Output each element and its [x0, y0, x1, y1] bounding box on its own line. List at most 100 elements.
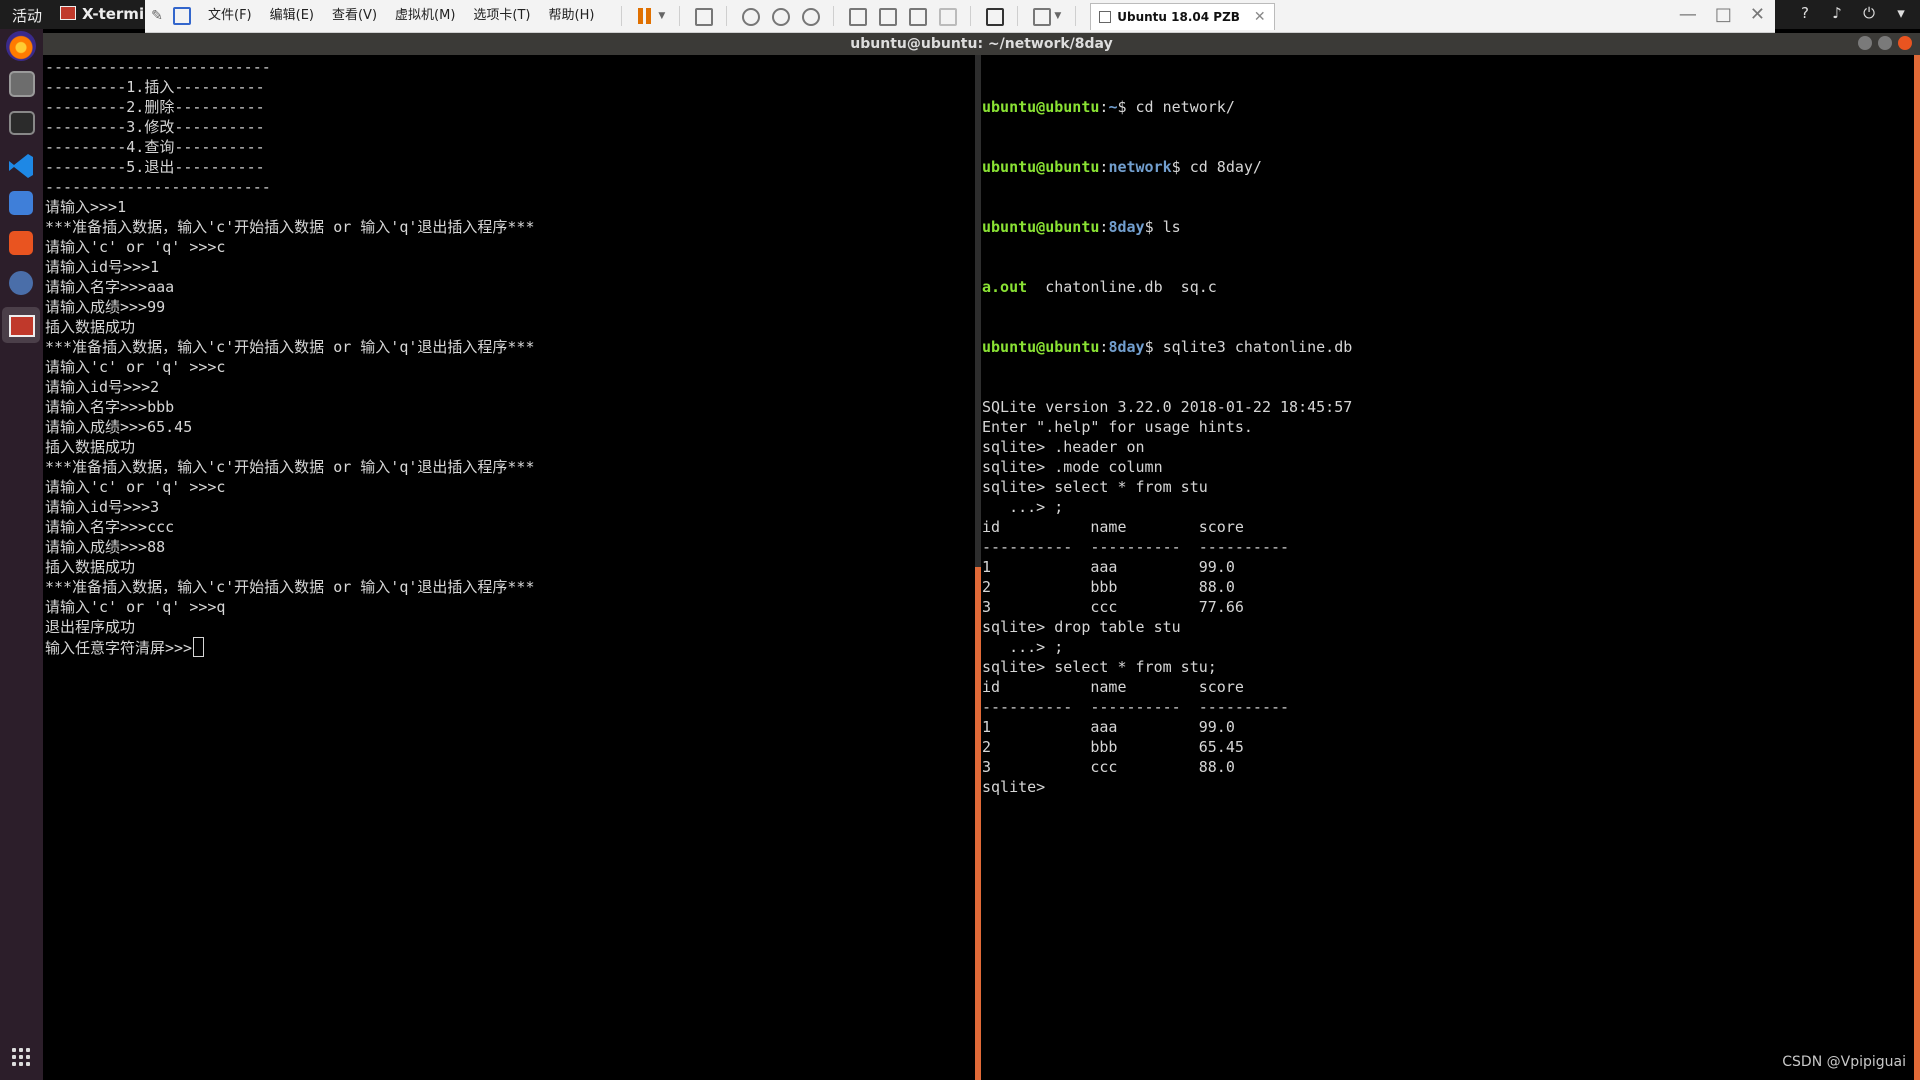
firefox-icon[interactable] [6, 31, 36, 61]
snapshot-manager-icon[interactable] [799, 5, 821, 27]
shell-line: ubuntu@ubuntu:8day$ sqlite3 chatonline.d… [982, 338, 1353, 356]
terminal-icon[interactable] [9, 111, 35, 135]
xterminal-icon [9, 315, 35, 337]
app-menu-xterminal[interactable]: X-termin [60, 5, 155, 23]
minimize-icon[interactable] [1858, 36, 1872, 50]
terminal-line: sqlite> select * from stu [982, 478, 1208, 496]
stretch-icon[interactable] [1030, 5, 1052, 27]
terminal-line: ...> ; [982, 498, 1064, 516]
terminal-line: ---------5.退出---------- [45, 158, 265, 176]
settings-icon[interactable] [9, 271, 33, 295]
terminal-pane-left[interactable]: ------------------------- ---------1.插入--… [43, 55, 975, 1080]
software-center-icon[interactable] [9, 231, 33, 255]
vmware-menu-item[interactable]: 虚拟机(M) [386, 0, 464, 32]
vmware-menu-item[interactable]: 编辑(E) [261, 0, 323, 32]
window-controls: — □ ✕ [1679, 4, 1765, 25]
maximize-icon[interactable] [1878, 36, 1892, 50]
close-icon[interactable]: ✕ [1750, 4, 1765, 25]
vm-tab[interactable]: Ubuntu 18.04 PZB ✕ [1090, 2, 1275, 30]
text-cursor [193, 637, 205, 657]
vm-tab-title: Ubuntu 18.04 PZB [1117, 9, 1240, 24]
vscode-icon[interactable] [6, 151, 36, 181]
terminal-line: 请输入成绩>>>65.45 [45, 418, 193, 436]
vmware-menu-item[interactable]: 查看(V) [323, 0, 386, 32]
maximize-icon[interactable]: □ [1715, 4, 1732, 25]
scrollbar[interactable] [1914, 55, 1920, 1080]
activities-button[interactable]: 活动 [12, 5, 42, 26]
snapshot-icon[interactable] [739, 5, 761, 27]
terminal-line: 插入数据成功 [45, 318, 136, 336]
help-icon[interactable]: ? [1796, 4, 1814, 22]
divider [726, 6, 728, 26]
send-keys-icon[interactable] [692, 5, 714, 27]
vmware-logo-icon [173, 7, 191, 25]
divider [970, 6, 972, 26]
vmware-menu-bar: 文件(F) 编辑(E) 查看(V) 虚拟机(M) 选项卡(T) 帮助(H) [199, 0, 603, 32]
revert-snapshot-icon[interactable] [769, 5, 791, 27]
vmware-tools: ▼ ▼ [613, 5, 1084, 27]
terminal-line: 请输入成绩>>>99 [45, 298, 166, 316]
shell-line: ubuntu@ubuntu:8day$ ls [982, 218, 1181, 236]
system-tray[interactable]: ? ♪ ⏻ ▾ [1796, 4, 1910, 22]
show-apps-icon[interactable] [12, 1048, 30, 1066]
terminal-line: 请输入'c' or 'q' >>>q [45, 598, 226, 616]
terminal-prompt-line[interactable]: 输入任意字符清屏>>> [45, 637, 535, 657]
terminal-line: ***准备插入数据，输入'c'开始插入数据 or 输入'q'退出插入程序*** [45, 578, 535, 596]
vmware-menu-item[interactable]: 帮助(H) [540, 0, 604, 32]
terminal-line: ---------1.插入---------- [45, 78, 265, 96]
vmware-toolbar: ✎ 文件(F) 编辑(E) 查看(V) 虚拟机(M) 选项卡(T) 帮助(H) ▼ ▼ [145, 0, 1775, 33]
vmware-menu-item[interactable]: 选项卡(T) [464, 0, 539, 32]
sidebar-view-icon[interactable] [846, 5, 868, 27]
terminal-line: 请输入id号>>>1 [45, 258, 160, 276]
terminal-line: id name score [982, 518, 1244, 536]
terminal-line: sqlite> select * from stu; [982, 658, 1217, 676]
terminal-line: 2 bbb 88.0 [982, 578, 1235, 596]
power-icon[interactable]: ⏻ [1860, 4, 1878, 22]
terminal-line: ------------------------- [45, 58, 271, 76]
terminal-line: ---------- ---------- ---------- [982, 698, 1290, 716]
terminal-line: 请输入id号>>>3 [45, 498, 160, 516]
ls-output: a.out chatonline.db sq.c [982, 278, 1217, 296]
volume-icon[interactable]: ♪ [1828, 4, 1846, 22]
terminal-title-bar: ubuntu@ubuntu: ~/network/8day [43, 33, 1920, 55]
terminal-line: 退出程序成功 [45, 618, 136, 636]
thumbnail-view-icon[interactable] [876, 5, 898, 27]
left-terminal-output: ------------------------- ---------1.插入--… [45, 57, 535, 657]
app-name: X-termin [82, 5, 155, 23]
fullscreen-icon[interactable] [906, 5, 928, 27]
terminal-line: 插入数据成功 [45, 558, 136, 576]
pin-icon[interactable]: ✎ [145, 8, 169, 24]
watermark: CSDN @Vpipiguai [1782, 1054, 1906, 1070]
minimize-icon[interactable]: — [1679, 4, 1697, 25]
close-icon[interactable] [1898, 36, 1912, 50]
vmware-app-icon[interactable] [9, 191, 33, 215]
chevron-down-icon[interactable]: ▾ [1892, 4, 1910, 22]
terminal-line: ...> ; [982, 638, 1064, 656]
files-icon[interactable] [9, 71, 35, 97]
terminal-line: 请输入>>>1 [45, 198, 127, 216]
terminal-line: 请输入id号>>>2 [45, 378, 160, 396]
terminal-line: 请输入名字>>>ccc [45, 518, 175, 536]
terminal-line: 请输入名字>>>bbb [45, 398, 175, 416]
unity-icon[interactable] [936, 5, 958, 27]
vmware-menu-item[interactable]: 文件(F) [199, 0, 261, 32]
terminal-line: sqlite> drop table stu [982, 618, 1181, 636]
shell-line: ubuntu@ubuntu:network$ cd 8day/ [982, 158, 1262, 176]
divider [679, 6, 681, 26]
close-icon[interactable]: ✕ [1254, 9, 1266, 25]
terminal-pane-right[interactable]: ubuntu@ubuntu:~$ cd network/ ubuntu@ubun… [981, 55, 1920, 1080]
terminal-line: sqlite> [982, 778, 1046, 796]
chevron-down-icon[interactable]: ▼ [658, 11, 665, 21]
window-title: ubuntu@ubuntu: ~/network/8day [850, 36, 1113, 52]
divider [833, 6, 835, 26]
terminal-line: ---------3.修改---------- [45, 118, 265, 136]
console-icon[interactable] [983, 5, 1005, 27]
terminal-line: ***准备插入数据，输入'c'开始插入数据 or 输入'q'退出插入程序*** [45, 218, 535, 236]
chevron-down-icon[interactable]: ▼ [1054, 11, 1061, 21]
shell-line: ubuntu@ubuntu:~$ cd network/ [982, 98, 1235, 116]
terminal-line: ***准备插入数据，输入'c'开始插入数据 or 输入'q'退出插入程序*** [45, 338, 535, 356]
pause-icon[interactable] [634, 5, 656, 27]
xterminal-dock-item[interactable] [2, 307, 40, 343]
terminal-line: 1 aaa 99.0 [982, 558, 1235, 576]
vm-icon [1099, 10, 1112, 23]
